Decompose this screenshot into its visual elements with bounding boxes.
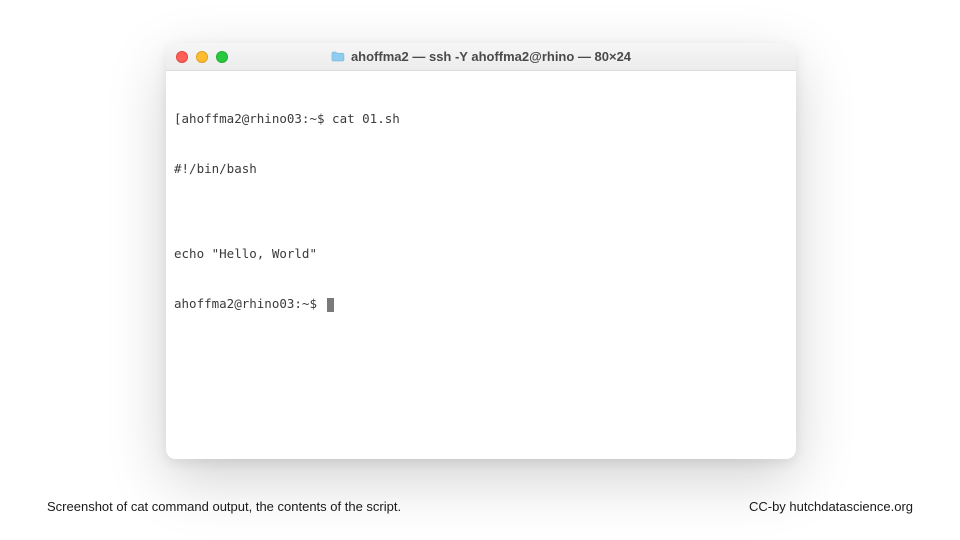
title-bar: ahoffma2 — ssh -Y ahoffma2@rhino — 80×24 <box>166 43 796 71</box>
terminal-prompt: ahoffma2@rhino03:~$ <box>174 296 325 313</box>
close-button[interactable] <box>176 51 188 63</box>
cursor-icon <box>327 298 334 312</box>
terminal-line: #!/bin/bash <box>174 161 788 178</box>
folder-icon <box>331 51 345 62</box>
window-title-group: ahoffma2 — ssh -Y ahoffma2@rhino — 80×24 <box>331 49 631 64</box>
terminal-line: [ahoffma2@rhino03:~$ cat 01.sh <box>174 111 788 128</box>
attribution-text: CC-by hutchdatascience.org <box>749 499 913 514</box>
terminal-line: echo "Hello, World" <box>174 246 788 263</box>
maximize-button[interactable] <box>216 51 228 63</box>
terminal-body[interactable]: [ahoffma2@rhino03:~$ cat 01.sh #!/bin/ba… <box>166 71 796 459</box>
terminal-window: ahoffma2 — ssh -Y ahoffma2@rhino — 80×24… <box>166 43 796 459</box>
minimize-button[interactable] <box>196 51 208 63</box>
figure-caption: Screenshot of cat command output, the co… <box>47 499 401 514</box>
traffic-lights <box>176 51 228 63</box>
terminal-prompt-row: ahoffma2@rhino03:~$ <box>174 296 788 313</box>
window-title: ahoffma2 — ssh -Y ahoffma2@rhino — 80×24 <box>351 49 631 64</box>
